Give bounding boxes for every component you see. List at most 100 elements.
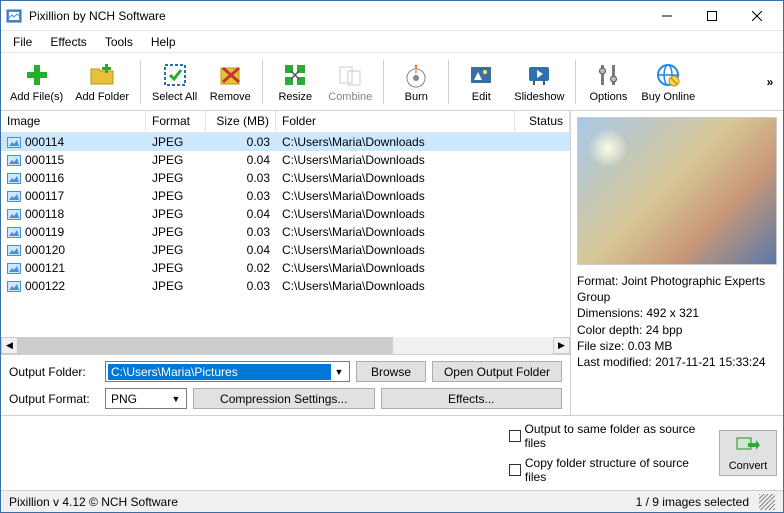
buy-online-button[interactable]: Buy Online bbox=[636, 55, 700, 109]
image-file-icon bbox=[7, 155, 21, 166]
options-icon bbox=[594, 61, 622, 89]
toolbar-separator bbox=[383, 60, 384, 104]
chevron-down-icon[interactable]: ▼ bbox=[331, 367, 347, 377]
menu-help[interactable]: Help bbox=[143, 33, 184, 51]
cell-size: 0.03 bbox=[206, 225, 276, 239]
toolbar-label: Select All bbox=[152, 91, 197, 103]
cell-image: 000117 bbox=[1, 189, 146, 203]
preview-image bbox=[577, 117, 777, 265]
list-body[interactable]: 000114JPEG0.03C:\Users\Maria\Downloads00… bbox=[1, 133, 570, 337]
cell-format: JPEG bbox=[146, 171, 206, 185]
main-area: Image Format Size (MB) Folder Status 000… bbox=[1, 111, 783, 415]
toolbar-label: Add File(s) bbox=[10, 91, 63, 103]
table-row[interactable]: 000119JPEG0.03C:\Users\Maria\Downloads bbox=[1, 223, 570, 241]
image-file-icon bbox=[7, 227, 21, 238]
effects-button[interactable]: Effects... bbox=[381, 388, 563, 409]
table-row[interactable]: 000116JPEG0.03C:\Users\Maria\Downloads bbox=[1, 169, 570, 187]
resize-button[interactable]: Resize bbox=[269, 55, 321, 109]
scroll-left-arrow[interactable]: ◀ bbox=[1, 337, 18, 354]
cell-image: 000122 bbox=[1, 279, 146, 293]
burn-button[interactable]: Burn bbox=[390, 55, 442, 109]
cell-size: 0.03 bbox=[206, 171, 276, 185]
cell-folder: C:\Users\Maria\Downloads bbox=[276, 225, 515, 239]
col-size[interactable]: Size (MB) bbox=[206, 111, 276, 132]
toolbar-separator bbox=[140, 60, 141, 104]
cell-size: 0.04 bbox=[206, 153, 276, 167]
app-icon bbox=[5, 7, 23, 25]
remove-button[interactable]: Remove bbox=[204, 55, 256, 109]
remove-icon bbox=[216, 61, 244, 89]
output-folder-label: Output Folder: bbox=[9, 365, 99, 379]
add-folder-button[interactable]: Add Folder bbox=[70, 55, 134, 109]
minimize-button[interactable] bbox=[644, 2, 689, 30]
maximize-button[interactable] bbox=[689, 2, 734, 30]
close-button[interactable] bbox=[734, 2, 779, 30]
toolbar-label: Remove bbox=[210, 91, 251, 103]
menu-file[interactable]: File bbox=[5, 33, 40, 51]
toolbar-label: Buy Online bbox=[641, 91, 695, 103]
scroll-thumb[interactable] bbox=[18, 337, 393, 354]
cell-format: JPEG bbox=[146, 153, 206, 167]
cell-size: 0.03 bbox=[206, 189, 276, 203]
col-status[interactable]: Status bbox=[515, 111, 570, 132]
cell-format: JPEG bbox=[146, 207, 206, 221]
convert-button[interactable]: Convert bbox=[719, 430, 777, 476]
image-file-icon bbox=[7, 263, 21, 274]
resize-grip[interactable] bbox=[759, 494, 775, 510]
select-all-button[interactable]: Select All bbox=[147, 55, 202, 109]
toolbar-label: Options bbox=[589, 91, 627, 103]
preview-pane: Format: Joint Photographic Experts Group… bbox=[571, 111, 783, 415]
scroll-right-arrow[interactable]: ▶ bbox=[553, 337, 570, 354]
convert-icon bbox=[736, 435, 760, 458]
cell-image: 000119 bbox=[1, 225, 146, 239]
table-row[interactable]: 000117JPEG0.03C:\Users\Maria\Downloads bbox=[1, 187, 570, 205]
compression-settings-button[interactable]: Compression Settings... bbox=[193, 388, 375, 409]
cell-folder: C:\Users\Maria\Downloads bbox=[276, 207, 515, 221]
cell-image: 000116 bbox=[1, 171, 146, 185]
combine-button: Combine bbox=[323, 55, 377, 109]
cell-size: 0.04 bbox=[206, 243, 276, 257]
checkbox-icon bbox=[509, 464, 521, 476]
table-row[interactable]: 000118JPEG0.04C:\Users\Maria\Downloads bbox=[1, 205, 570, 223]
image-file-icon bbox=[7, 137, 21, 148]
browse-button[interactable]: Browse bbox=[356, 361, 426, 382]
cell-image: 000114 bbox=[1, 135, 146, 149]
col-format[interactable]: Format bbox=[146, 111, 206, 132]
table-row[interactable]: 000122JPEG0.03C:\Users\Maria\Downloads bbox=[1, 277, 570, 295]
same-folder-checkbox[interactable]: Output to same folder as source files bbox=[509, 422, 711, 450]
file-list-pane: Image Format Size (MB) Folder Status 000… bbox=[1, 111, 571, 415]
menu-tools[interactable]: Tools bbox=[97, 33, 141, 51]
toolbar-label: Slideshow bbox=[514, 91, 564, 103]
image-file-icon bbox=[7, 245, 21, 256]
options-button[interactable]: Options bbox=[582, 55, 634, 109]
edit-icon bbox=[467, 61, 495, 89]
resize-icon bbox=[281, 61, 309, 89]
edit-button[interactable]: Edit bbox=[455, 55, 507, 109]
cell-format: JPEG bbox=[146, 279, 206, 293]
output-folder-combo[interactable]: C:\Users\Maria\Pictures ▼ bbox=[105, 361, 350, 382]
add-files-button[interactable]: Add File(s) bbox=[5, 55, 68, 109]
chevron-down-icon[interactable]: ▼ bbox=[168, 394, 184, 404]
output-options: Output Folder: C:\Users\Maria\Pictures ▼… bbox=[1, 354, 570, 415]
cell-folder: C:\Users\Maria\Downloads bbox=[276, 171, 515, 185]
table-row[interactable]: 000120JPEG0.04C:\Users\Maria\Downloads bbox=[1, 241, 570, 259]
copy-structure-checkbox[interactable]: Copy folder structure of source files bbox=[509, 456, 711, 484]
folder-plus-icon bbox=[88, 61, 116, 89]
scroll-track[interactable] bbox=[18, 337, 553, 354]
output-format-combo[interactable]: PNG ▼ bbox=[105, 388, 187, 409]
menu-effects[interactable]: Effects bbox=[42, 33, 94, 51]
toolbar-overflow[interactable]: » bbox=[761, 56, 779, 108]
output-format-label: Output Format: bbox=[9, 392, 99, 406]
table-row[interactable]: 000115JPEG0.04C:\Users\Maria\Downloads bbox=[1, 151, 570, 169]
table-row[interactable]: 000114JPEG0.03C:\Users\Maria\Downloads bbox=[1, 133, 570, 151]
table-row[interactable]: 000121JPEG0.02C:\Users\Maria\Downloads bbox=[1, 259, 570, 277]
col-folder[interactable]: Folder bbox=[276, 111, 515, 132]
open-output-folder-button[interactable]: Open Output Folder bbox=[432, 361, 562, 382]
horizontal-scrollbar[interactable]: ◀ ▶ bbox=[1, 337, 570, 354]
cell-size: 0.03 bbox=[206, 279, 276, 293]
cell-folder: C:\Users\Maria\Downloads bbox=[276, 243, 515, 257]
toolbar-label: Add Folder bbox=[75, 91, 129, 103]
col-image[interactable]: Image bbox=[1, 111, 146, 132]
slideshow-button[interactable]: Slideshow bbox=[509, 55, 569, 109]
toolbar: Add File(s) Add Folder Select All Remove Res… bbox=[1, 53, 783, 111]
